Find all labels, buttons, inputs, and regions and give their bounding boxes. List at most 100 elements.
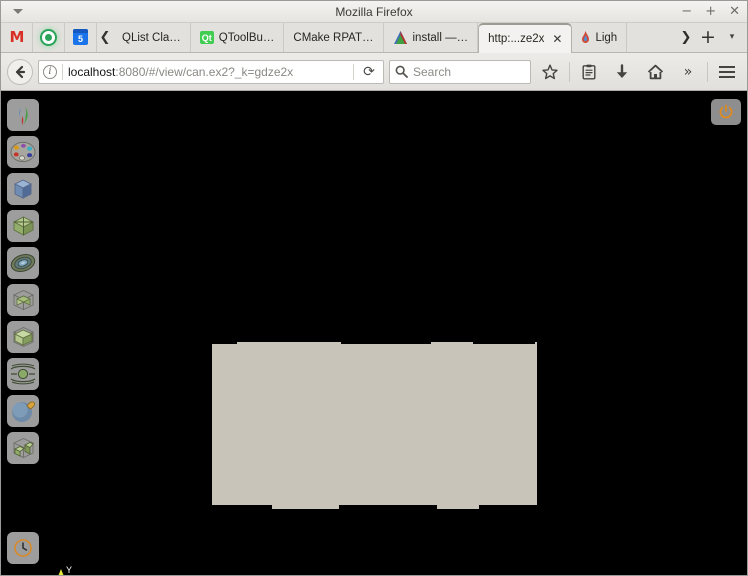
- url-path: :8080/#/view/can.ex2?_k=gdze2x: [115, 64, 294, 79]
- search-placeholder: Search: [413, 64, 452, 79]
- clock-icon: [14, 539, 32, 557]
- y-axis-label: Y: [66, 565, 73, 575]
- tab-label: QList Cla…: [122, 31, 181, 44]
- tab-install-paraview[interactable]: install —…: [384, 23, 479, 52]
- clipboard-icon: [582, 64, 596, 79]
- threshold-cube-icon: [12, 438, 34, 459]
- time-controls-button[interactable]: [7, 532, 39, 564]
- scroll-tabs-left-button[interactable]: ❮: [97, 23, 113, 52]
- pinned-tab-green-clock[interactable]: [33, 22, 65, 52]
- contour-button[interactable]: [7, 247, 39, 279]
- url-divider: [62, 63, 63, 80]
- tab-active-paraview-visualizer[interactable]: http:...ze2x ✕: [478, 23, 573, 53]
- menu-button[interactable]: [713, 58, 741, 86]
- flame-logo-icon: [19, 105, 28, 125]
- mesh-edge-notch-bottom-right: [479, 505, 537, 509]
- tab-qlist-class[interactable]: QList Cla…: [113, 23, 191, 52]
- download-arrow-icon: [616, 63, 628, 78]
- streamline-icon: [10, 363, 36, 385]
- geometry-button[interactable]: [7, 173, 39, 205]
- pinned-tab-gmail[interactable]: M: [1, 22, 33, 52]
- url-bar[interactable]: i localhost:8080/#/view/can.ex2?_k=gdze2…: [38, 59, 384, 84]
- streamlines-button[interactable]: [7, 358, 39, 390]
- double-chevron-icon: »: [683, 63, 693, 80]
- navigation-toolbar: i localhost:8080/#/view/can.ex2?_k=gdze2…: [1, 53, 747, 91]
- orientation-axes-widget[interactable]: Y X Z: [51, 563, 107, 575]
- mesh-edge-notch-bottom-mid: [339, 505, 437, 509]
- back-button[interactable]: [7, 58, 33, 85]
- mesh-edge-notch-top-left: [212, 342, 237, 344]
- home-icon: [647, 64, 663, 79]
- qt-icon: Qt: [199, 31, 214, 44]
- threshold-button[interactable]: [7, 432, 39, 464]
- clip-button[interactable]: [7, 284, 39, 316]
- tab-label: CMake RPAT…: [293, 31, 374, 44]
- tab-close-icon[interactable]: ✕: [552, 33, 562, 45]
- search-icon: [395, 65, 408, 78]
- green-clock-icon: [40, 28, 57, 46]
- title-bar: Mozilla Firefox − + ✕: [1, 1, 747, 23]
- viewport-toolbar: [1, 91, 45, 575]
- contour-oval-icon: [10, 254, 36, 272]
- home-button[interactable]: [641, 58, 669, 86]
- tab-label: QToolBu…: [218, 31, 275, 44]
- window-title: Mozilla Firefox: [335, 4, 413, 19]
- mesh-edge-notch-bottom-left: [212, 505, 272, 509]
- palette-icon: [10, 141, 36, 163]
- info-icon[interactable]: i: [43, 64, 57, 79]
- glyph-button[interactable]: [7, 395, 39, 427]
- sliced-cube-icon: [12, 216, 34, 236]
- bookmark-star-button[interactable]: [536, 58, 564, 86]
- can-mesh[interactable]: [212, 342, 537, 509]
- scroll-tabs-right-button[interactable]: ❯: [677, 30, 695, 45]
- window-controls: − + ✕: [681, 5, 747, 18]
- disconnect-power-button[interactable]: [711, 99, 741, 125]
- hamburger-icon: [719, 65, 735, 78]
- url-divider-2: [353, 63, 354, 80]
- minimize-button[interactable]: −: [681, 5, 692, 18]
- close-button[interactable]: ✕: [729, 5, 740, 18]
- paraview-triangle-icon: [393, 30, 408, 45]
- maximize-button[interactable]: +: [705, 5, 716, 18]
- window-menu-button[interactable]: [3, 2, 33, 22]
- tab-strip-controls: ❯ + ▾: [677, 22, 747, 52]
- search-bar[interactable]: Search: [389, 59, 531, 84]
- mesh-edge-notch-top-mid: [341, 342, 431, 344]
- flame-icon: [581, 30, 590, 45]
- y-axis-arrow: [58, 569, 64, 575]
- url-text: localhost:8080/#/view/can.ex2?_k=gdze2x: [68, 65, 348, 79]
- overflow-button[interactable]: »: [674, 58, 702, 86]
- color-palette-button[interactable]: [7, 136, 39, 168]
- sphere-glyph-icon: [12, 401, 35, 422]
- url-host: localhost: [68, 64, 116, 79]
- cut-cube-icon: [12, 327, 34, 347]
- slice-button[interactable]: [7, 210, 39, 242]
- tab-cmake-rpath[interactable]: CMake RPAT…: [284, 23, 384, 52]
- blue-cube-icon: [13, 179, 33, 199]
- calendar-icon: 5: [73, 29, 88, 45]
- chevron-down-icon: [13, 9, 23, 14]
- back-arrow-icon: [15, 65, 26, 78]
- tab-list: QList Cla… Qt QToolBu… CMake RPAT… insta…: [113, 22, 677, 53]
- paraview-viewport[interactable]: Y X Z: [1, 91, 747, 575]
- tab-qtoolbutton[interactable]: Qt QToolBu…: [191, 23, 285, 52]
- paraview-logo-button[interactable]: [7, 99, 39, 131]
- star-icon: [542, 64, 558, 79]
- tab-lighting[interactable]: Ligh: [572, 23, 628, 52]
- reload-icon[interactable]: ⟳: [359, 64, 379, 80]
- power-icon: [719, 104, 733, 119]
- toolbar-divider-2: [707, 61, 708, 82]
- pinned-tab-calendar[interactable]: 5: [65, 22, 97, 52]
- list-all-tabs-button[interactable]: ▾: [721, 32, 743, 42]
- new-tab-button[interactable]: +: [695, 27, 721, 47]
- mesh-edge-notch-top-right: [473, 342, 535, 344]
- pinned-tabs: M 5: [1, 22, 97, 52]
- tab-strip: M 5 ❮ QList Cla… Qt QToolBu… CMake RPAT……: [1, 22, 747, 53]
- cut-button[interactable]: [7, 321, 39, 353]
- tab-label: http:...ze2x: [488, 33, 545, 45]
- gmail-icon: M: [9, 27, 25, 46]
- library-button[interactable]: [575, 58, 603, 86]
- firefox-window: Mozilla Firefox − + ✕ M 5 ❮ QList Cla… Q…: [0, 0, 748, 576]
- downloads-button[interactable]: [608, 58, 636, 86]
- tab-label: install —…: [412, 31, 469, 44]
